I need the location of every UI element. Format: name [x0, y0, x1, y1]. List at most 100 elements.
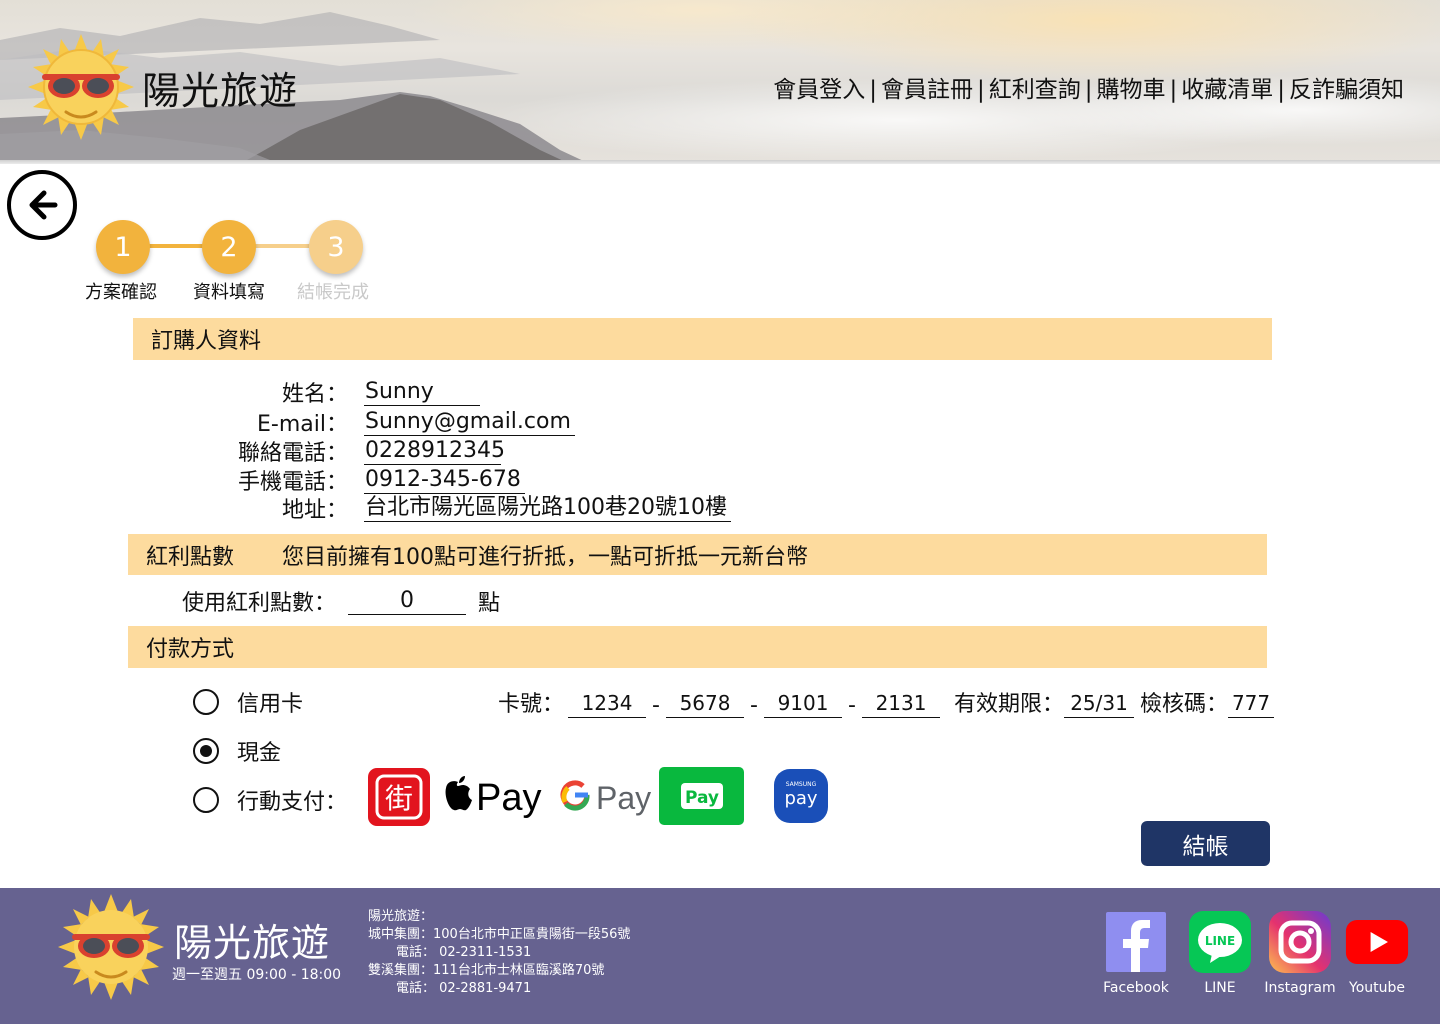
footer-info-title: 陽光旅遊： — [368, 909, 434, 924]
footer-branch-1-phone: 電話： 02-2311-1531 — [396, 945, 532, 960]
orderer-section-title: 訂購人資料 — [151, 329, 262, 354]
brand-title[interactable]: 陽光旅遊 — [142, 60, 298, 115]
line-pay-icon[interactable]: Pay — [659, 767, 744, 825]
name-label: 姓名： — [281, 382, 348, 407]
jkopay-icon[interactable]: 街 — [368, 768, 430, 826]
card-number-dash: - — [848, 693, 856, 718]
footer-branch-1-address: 城中集團：100台北市中正區貴陽街一段56號 — [368, 927, 631, 942]
jkopay-glyph: 街 — [385, 782, 413, 815]
mobile-field[interactable]: 0912-345-678 — [364, 467, 525, 494]
card-number-label: 卡號： — [498, 692, 565, 717]
card-number-dash: - — [652, 693, 660, 718]
step-2-dot: 2 — [202, 220, 256, 274]
nav-separator: | — [977, 77, 985, 103]
footer-sun-logo-icon[interactable] — [58, 894, 164, 1000]
payment-section-header: 付款方式 — [128, 626, 1267, 668]
samsung-pay-icon[interactable]: SAMSUNG pay — [774, 769, 828, 823]
card-number-segment-3[interactable]: 9101 — [764, 689, 843, 718]
top-navigation: 會員登入 | 會員註冊 | 紅利查詢 | 購物車 | 收藏清單 | 反詐騙須知 — [773, 70, 1404, 104]
site-header: 陽光旅遊 會員登入 | 會員註冊 | 紅利查詢 | 購物車 | 收藏清單 | 反詐騙須知 — [0, 0, 1440, 164]
samsung-pay-text: pay — [784, 788, 817, 809]
card-number-segment-4[interactable]: 2131 — [862, 689, 941, 718]
address-label: 地址： — [281, 498, 348, 523]
expiry-label: 有效期限： — [954, 692, 1065, 717]
radio-selected-dot — [200, 745, 212, 757]
facebook-icon — [1104, 910, 1168, 974]
expiry-field[interactable]: 25/31 — [1064, 689, 1135, 718]
cvv-label: 檢核碼： — [1140, 692, 1229, 717]
google-pay-icon[interactable]: Pay — [560, 780, 651, 816]
cvv-field[interactable]: 777 — [1228, 689, 1275, 718]
card-number-segment-1[interactable]: 1234 — [568, 689, 647, 718]
nav-cart[interactable]: 購物車 — [1097, 77, 1166, 103]
youtube-icon — [1345, 910, 1409, 974]
nav-separator: | — [1277, 77, 1285, 103]
mobile-row: 手機電話： 0912-345-678 — [130, 465, 525, 495]
use-points-row: 使用紅利點數： 0 點 — [182, 585, 500, 617]
email-label: E-mail： — [257, 412, 348, 437]
google-pay-text: Pay — [596, 780, 651, 816]
card-number-dash: - — [750, 693, 758, 718]
credit-card-label: 信用卡 — [237, 692, 304, 717]
mobile-pay-label: 行動支付： — [237, 790, 348, 815]
nav-separator: | — [869, 77, 877, 103]
mobile-payment-methods: 街 Pay Pay Pay SAMSUNG pay — [368, 767, 828, 826]
payment-option-credit-card[interactable]: 信用卡 — [193, 686, 303, 718]
instagram-label: Instagram — [1264, 980, 1336, 996]
payment-section-title: 付款方式 — [146, 637, 235, 662]
phone-label: 聯絡電話： — [237, 441, 348, 466]
line-label: LINE — [1204, 980, 1236, 996]
mobile-pay-radio[interactable] — [193, 787, 219, 813]
svg-text:LINE: LINE — [1205, 934, 1235, 948]
step-3-label: 結帳完成 — [297, 282, 369, 303]
social-facebook[interactable]: Facebook — [1100, 910, 1172, 996]
use-points-label: 使用紅利點數： — [182, 591, 337, 616]
step-1-label: 方案確認 — [85, 282, 157, 303]
nav-separator: | — [1084, 77, 1093, 103]
orderer-section-header: 訂購人資料 — [133, 318, 1272, 360]
address-field[interactable]: 台北市陽光區陽光路100巷20號10樓 — [364, 495, 731, 522]
step-3-dot: 3 — [309, 220, 363, 274]
phone-field[interactable]: 0228912345 — [364, 438, 505, 465]
nav-points-query[interactable]: 紅利查詢 — [989, 77, 1081, 103]
facebook-label: Facebook — [1103, 980, 1169, 996]
email-row: E-mail： Sunny@gmail.com — [130, 407, 575, 437]
name-field[interactable]: Sunny — [364, 379, 480, 406]
instagram-icon — [1268, 910, 1332, 974]
back-button[interactable] — [7, 170, 77, 240]
step-1-dot: 1 — [96, 220, 150, 274]
email-field[interactable]: Sunny@gmail.com — [364, 409, 575, 436]
footer-branch-2-phone: 電話： 02-2881-9471 — [396, 981, 532, 996]
cash-radio[interactable] — [193, 738, 219, 764]
nav-separator: | — [1169, 77, 1178, 103]
youtube-label: Youtube — [1349, 980, 1405, 996]
nav-login[interactable]: 會員登入 — [773, 77, 865, 103]
address-row: 地址： 台北市陽光區陽光路100巷20號10樓 — [130, 493, 731, 523]
arrow-left-icon — [29, 190, 58, 220]
points-section-title: 紅利點數 — [146, 544, 235, 570]
apple-pay-icon[interactable]: Pay — [445, 776, 542, 819]
use-points-input[interactable]: 0 — [348, 588, 467, 615]
cash-label: 現金 — [237, 741, 282, 766]
card-number-segment-2[interactable]: 5678 — [666, 689, 745, 718]
footer-business-hours: 週一至週五 09:00 - 18:00 — [172, 967, 342, 983]
credit-card-details: 卡號： 1234 - 5678 - 9101 - 2131 有效期限： 25/3… — [498, 686, 1275, 718]
social-youtube[interactable]: Youtube — [1341, 910, 1413, 996]
payment-option-mobile[interactable]: 行動支付： — [193, 784, 347, 816]
name-row: 姓名： Sunny — [130, 377, 480, 407]
payment-option-cash[interactable]: 現金 — [193, 735, 281, 767]
social-instagram[interactable]: Instagram — [1264, 910, 1336, 996]
checkout-button[interactable]: 結帳 — [1141, 821, 1270, 866]
points-balance-message: 您目前擁有100點可進行折抵，一點可折抵一元新台幣 — [282, 544, 809, 570]
nav-anti-fraud[interactable]: 反詐騙須知 — [1289, 77, 1404, 103]
checkout-progress: 1 2 3 方案確認 資料填寫 結帳完成 — [80, 218, 400, 308]
footer-contact-info: 陽光旅遊： 城中集團：100台北市中正區貴陽街一段56號 電話： 02-2311… — [368, 908, 630, 998]
header-divider — [0, 160, 1440, 164]
points-unit: 點 — [478, 591, 501, 616]
sun-logo-icon[interactable] — [28, 34, 134, 140]
nav-favorites[interactable]: 收藏清單 — [1181, 77, 1273, 103]
nav-register[interactable]: 會員註冊 — [881, 77, 973, 103]
line-pay-text: Pay — [685, 788, 719, 808]
credit-card-radio[interactable] — [193, 689, 219, 715]
social-line[interactable]: LINE LINE — [1184, 910, 1256, 996]
